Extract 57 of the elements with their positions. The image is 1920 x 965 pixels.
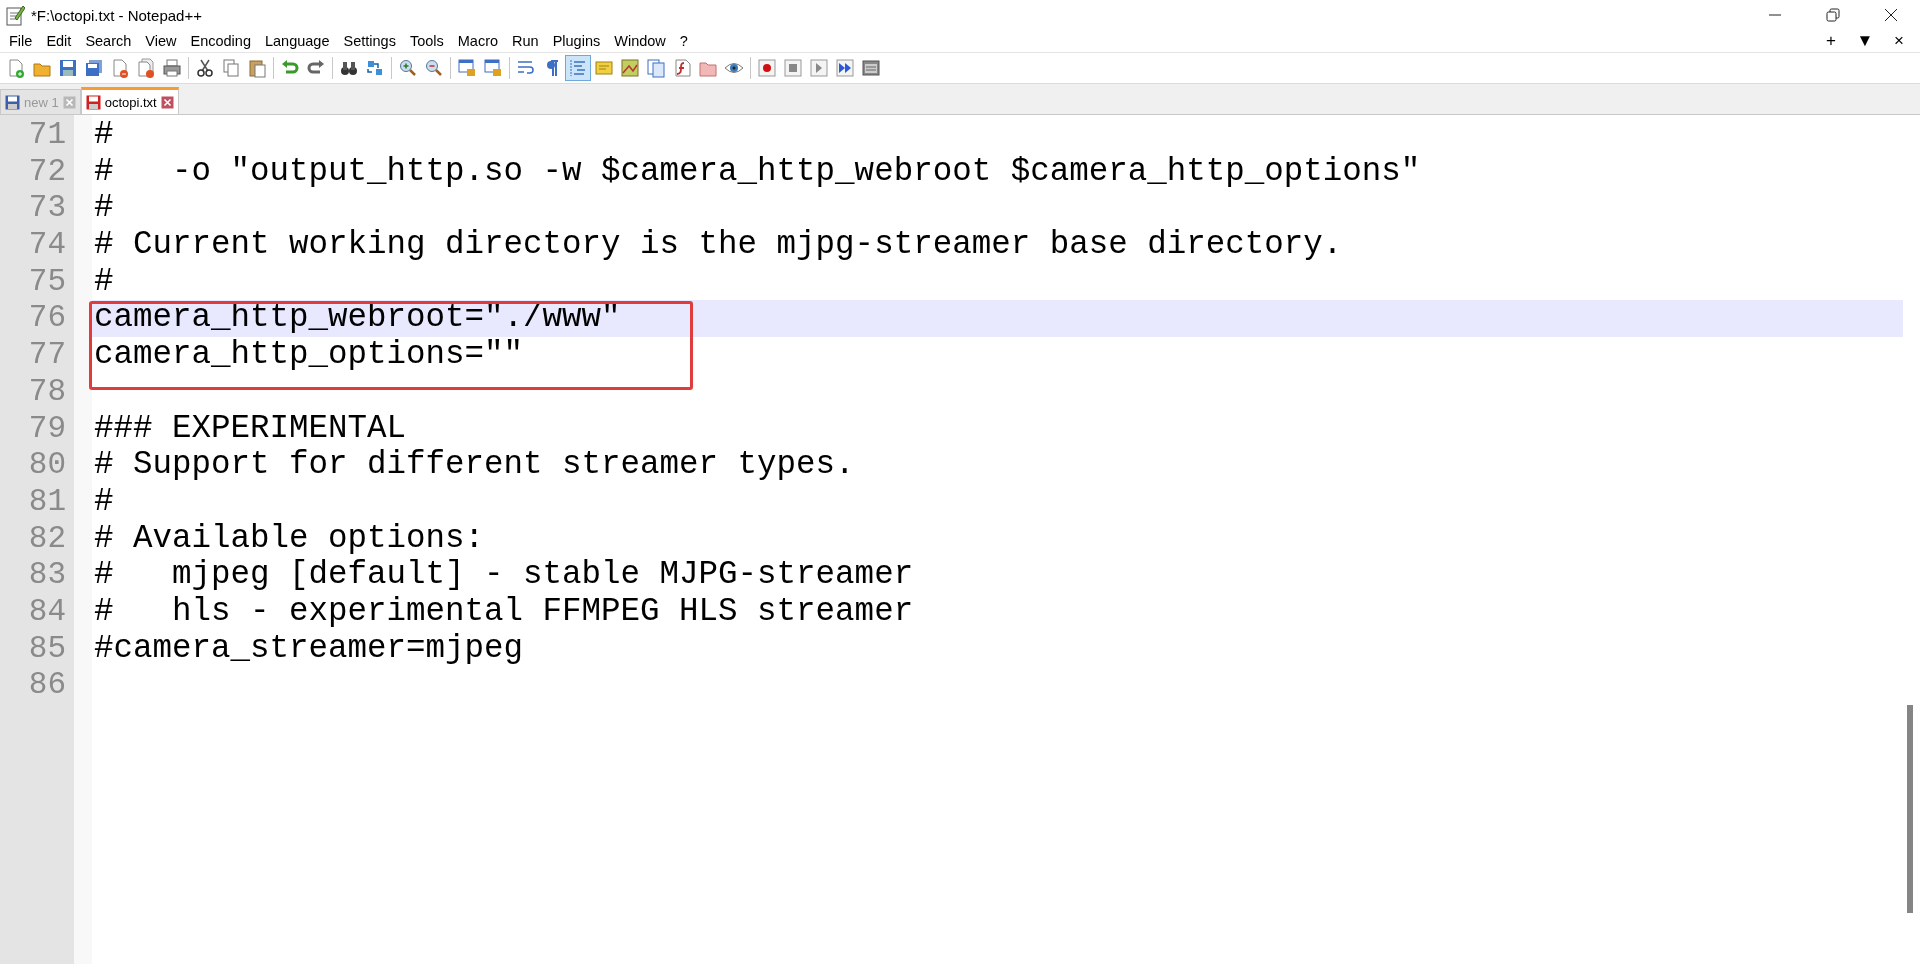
menu-item[interactable]: Settings: [336, 31, 403, 51]
code-line: camera_http_options="": [94, 336, 524, 374]
function-list-icon[interactable]: [672, 58, 692, 78]
menu-item[interactable]: Plugins: [545, 31, 608, 51]
menu-item[interactable]: Search: [78, 31, 139, 51]
code-line: ### EXPERIMENTAL: [94, 409, 407, 447]
close-file-icon[interactable]: [110, 58, 130, 78]
new-file-icon[interactable]: [6, 58, 26, 78]
window-title: *F:\octopi.txt - Notepad++: [31, 6, 202, 24]
code-line: # -o "output_http.so -w $camera_http_webroot $camera_http_options": [94, 152, 1421, 190]
record-icon[interactable]: [757, 58, 777, 78]
code-line: #: [94, 189, 114, 227]
code-line: # hls - experimental FFMPEG HLS streamer: [94, 592, 914, 630]
code-line: # Support for different streamer types.: [94, 446, 855, 484]
code-line: camera_http_webroot="./www": [94, 299, 621, 337]
floppy-disks-icon[interactable]: [84, 58, 104, 78]
menu-item[interactable]: Tools: [402, 31, 451, 51]
document-map-icon[interactable]: [620, 58, 640, 78]
scrollbar-thumb[interactable]: [1907, 705, 1913, 913]
close-files-icon[interactable]: [136, 58, 156, 78]
documents-icon[interactable]: [646, 58, 666, 78]
code-line: # Current working directory is the mjpg-streamer base directory.: [94, 226, 1343, 264]
code-line: #: [94, 262, 114, 300]
fast-forward-icon[interactable]: [835, 58, 855, 78]
scissors-icon[interactable]: [195, 58, 215, 78]
new-tab-button[interactable]: +: [1816, 31, 1846, 51]
code-line: #: [94, 116, 114, 153]
code-line: #: [94, 482, 114, 520]
menu-item[interactable]: Macro: [450, 31, 506, 51]
tab-list-button[interactable]: ▼: [1850, 31, 1880, 51]
code-line: # mjpeg [default] - stable MJPG-streamer: [94, 556, 914, 594]
menu-item[interactable]: Window: [607, 31, 673, 51]
close-tab-button[interactable]: ×: [1884, 31, 1914, 51]
menu-item[interactable]: Run: [505, 31, 546, 51]
code-line: # Available options:: [94, 519, 485, 557]
zoom-out-icon[interactable]: [424, 58, 444, 78]
menu-item[interactable]: ?: [672, 31, 695, 51]
tab[interactable]: octopi.txt: [80, 87, 179, 114]
menu-item[interactable]: View: [138, 31, 184, 51]
menu-item[interactable]: File: [2, 31, 40, 51]
menu-item[interactable]: Edit: [39, 31, 79, 51]
unsaved-file-icon: [85, 94, 101, 110]
zoom-in-icon[interactable]: [398, 58, 418, 78]
play-icon[interactable]: [809, 58, 829, 78]
menu-item[interactable]: Language: [257, 31, 337, 51]
close-icon[interactable]: [1883, 7, 1899, 23]
code-line: #camera_streamer=mjpeg: [94, 629, 524, 667]
saved-file-icon: [5, 94, 20, 110]
printer-icon[interactable]: [162, 58, 182, 78]
clipboard-icon[interactable]: [247, 58, 267, 78]
indent-guide-icon[interactable]: [568, 58, 588, 78]
macro-list-icon[interactable]: [861, 58, 881, 78]
stop-icon[interactable]: [783, 58, 803, 78]
restore-icon[interactable]: [1825, 7, 1841, 23]
menu-item[interactable]: Encoding: [183, 31, 258, 51]
notepad-icon: [5, 4, 25, 26]
copy-icon[interactable]: [221, 58, 241, 78]
